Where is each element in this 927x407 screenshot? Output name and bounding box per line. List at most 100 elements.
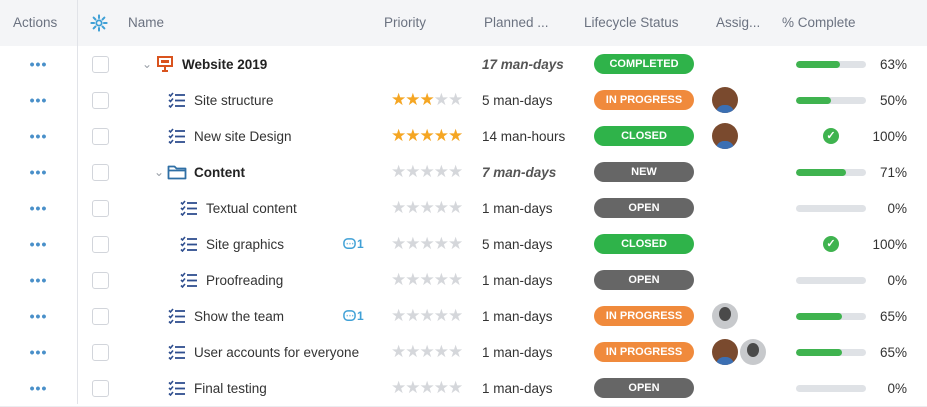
star-icon[interactable]: ★	[391, 342, 406, 362]
status-badge[interactable]: IN PROGRESS	[594, 342, 694, 362]
chevron-down-icon[interactable]: ⌄	[152, 165, 166, 179]
lifecycle-status[interactable]: OPEN	[594, 262, 694, 298]
status-badge[interactable]: OPEN	[594, 198, 694, 218]
star-icon[interactable]: ★	[420, 270, 435, 290]
row-checkbox[interactable]	[92, 226, 110, 262]
task-name[interactable]: User accounts for everyone	[194, 345, 359, 360]
row-actions-button[interactable]: •••	[0, 262, 77, 298]
table-row[interactable]: ••• Final testing ★ ★ ★ ★ ★ 1 man-days OPEN 0%	[0, 370, 927, 407]
star-icon[interactable]: ★	[434, 126, 449, 146]
task-name[interactable]: Site graphics	[206, 237, 284, 252]
star-icon[interactable]: ★	[405, 306, 420, 326]
settings-gear-icon[interactable]	[90, 0, 108, 46]
comment-count[interactable]: 1	[343, 298, 369, 334]
star-icon[interactable]: ★	[391, 126, 406, 146]
row-actions-button[interactable]: •••	[0, 190, 77, 226]
status-badge[interactable]: NEW	[594, 162, 694, 182]
chevron-down-icon[interactable]: ⌄	[140, 57, 154, 71]
table-row[interactable]: ••• ⌄ Content ★ ★ ★ ★ ★ 7 man-days NEW 71%	[0, 154, 927, 191]
star-icon[interactable]: ★	[420, 378, 435, 398]
row-actions-button[interactable]: •••	[0, 154, 77, 190]
star-icon[interactable]: ★	[405, 270, 420, 290]
star-icon[interactable]: ★	[391, 378, 406, 398]
task-name[interactable]: Final testing	[194, 381, 267, 396]
priority-stars[interactable]: ★ ★ ★ ★ ★	[391, 262, 473, 298]
row-checkbox[interactable]	[92, 334, 110, 370]
star-icon[interactable]: ★	[420, 162, 435, 182]
task-name[interactable]: Website 2019	[182, 57, 267, 72]
status-badge[interactable]: OPEN	[594, 270, 694, 290]
header-complete[interactable]: % Complete	[782, 0, 856, 46]
header-actions[interactable]: Actions	[13, 0, 57, 46]
row-checkbox[interactable]	[92, 262, 110, 298]
header-assigned[interactable]: Assig...	[716, 0, 760, 46]
star-icon[interactable]: ★	[420, 342, 435, 362]
star-icon[interactable]: ★	[391, 234, 406, 254]
lifecycle-status[interactable]: OPEN	[594, 370, 694, 406]
row-actions-button[interactable]: •••	[0, 82, 77, 118]
star-icon[interactable]: ★	[448, 378, 463, 398]
star-icon[interactable]: ★	[405, 162, 420, 182]
task-name[interactable]: Textual content	[206, 201, 297, 216]
lifecycle-status[interactable]: OPEN	[594, 190, 694, 226]
priority-stars[interactable]: ★ ★ ★ ★ ★	[391, 298, 473, 334]
task-name[interactable]: Show the team	[194, 309, 284, 324]
star-icon[interactable]: ★	[405, 126, 420, 146]
table-row[interactable]: ••• New site Design ★ ★ ★ ★ ★ 14 man-hours CLOSE…	[0, 118, 927, 155]
status-badge[interactable]: COMPLETED	[594, 54, 694, 74]
status-badge[interactable]: CLOSED	[594, 126, 694, 146]
table-row[interactable]: ••• User accounts for everyone ★ ★ ★ ★ ★ 1 man-…	[0, 334, 927, 371]
row-checkbox[interactable]	[92, 118, 110, 154]
status-badge[interactable]: CLOSED	[594, 234, 694, 254]
avatar[interactable]	[712, 123, 738, 149]
row-actions-button[interactable]: •••	[0, 334, 77, 370]
star-icon[interactable]: ★	[405, 198, 420, 218]
table-row[interactable]: ••• Site graphics 1 ★ ★ ★ ★ ★ 5 man-days CLOSED ✓ 1…	[0, 226, 927, 263]
row-actions-button[interactable]: •••	[0, 118, 77, 154]
row-actions-button[interactable]: •••	[0, 370, 77, 406]
star-icon[interactable]: ★	[420, 90, 435, 110]
priority-stars[interactable]: ★ ★ ★ ★ ★	[391, 118, 473, 154]
star-icon[interactable]: ★	[448, 306, 463, 326]
priority-stars[interactable]: ★ ★ ★ ★ ★	[391, 370, 473, 406]
row-checkbox[interactable]	[92, 190, 110, 226]
avatar[interactable]	[740, 339, 766, 365]
header-name[interactable]: Name	[128, 0, 164, 46]
priority-stars[interactable]: ★ ★ ★ ★ ★	[391, 154, 473, 190]
lifecycle-status[interactable]: IN PROGRESS	[594, 82, 694, 118]
star-icon[interactable]: ★	[448, 270, 463, 290]
star-icon[interactable]: ★	[434, 306, 449, 326]
lifecycle-status[interactable]: CLOSED	[594, 226, 694, 262]
star-icon[interactable]: ★	[448, 126, 463, 146]
task-name[interactable]: New site Design	[194, 129, 292, 144]
star-icon[interactable]: ★	[391, 90, 406, 110]
star-icon[interactable]: ★	[391, 270, 406, 290]
row-checkbox[interactable]	[92, 298, 110, 334]
star-icon[interactable]: ★	[448, 198, 463, 218]
row-checkbox[interactable]	[92, 370, 110, 406]
row-actions-button[interactable]: •••	[0, 298, 77, 334]
star-icon[interactable]: ★	[420, 126, 435, 146]
star-icon[interactable]: ★	[448, 342, 463, 362]
avatar[interactable]	[712, 303, 738, 329]
row-checkbox[interactable]	[92, 154, 110, 190]
table-row[interactable]: ••• Show the team 1 ★ ★ ★ ★ ★ 1 man-days IN PROGR…	[0, 298, 927, 335]
row-actions-button[interactable]: •••	[0, 46, 77, 82]
star-icon[interactable]: ★	[420, 198, 435, 218]
lifecycle-status[interactable]: IN PROGRESS	[594, 334, 694, 370]
header-planned[interactable]: Planned ...	[484, 0, 549, 46]
star-icon[interactable]: ★	[434, 342, 449, 362]
lifecycle-status[interactable]: CLOSED	[594, 118, 694, 154]
star-icon[interactable]: ★	[448, 162, 463, 182]
row-checkbox[interactable]	[92, 82, 110, 118]
star-icon[interactable]: ★	[434, 270, 449, 290]
priority-stars[interactable]: ★ ★ ★ ★ ★	[391, 82, 473, 118]
star-icon[interactable]: ★	[420, 234, 435, 254]
task-name[interactable]: Proofreading	[206, 273, 283, 288]
comment-count[interactable]: 1	[343, 226, 369, 262]
table-row[interactable]: ••• Textual content ★ ★ ★ ★ ★ 1 man-days OPEN 0%	[0, 190, 927, 227]
task-name[interactable]: Content	[194, 165, 245, 180]
star-icon[interactable]: ★	[405, 342, 420, 362]
priority-stars[interactable]: ★ ★ ★ ★ ★	[391, 190, 473, 226]
star-icon[interactable]: ★	[434, 234, 449, 254]
